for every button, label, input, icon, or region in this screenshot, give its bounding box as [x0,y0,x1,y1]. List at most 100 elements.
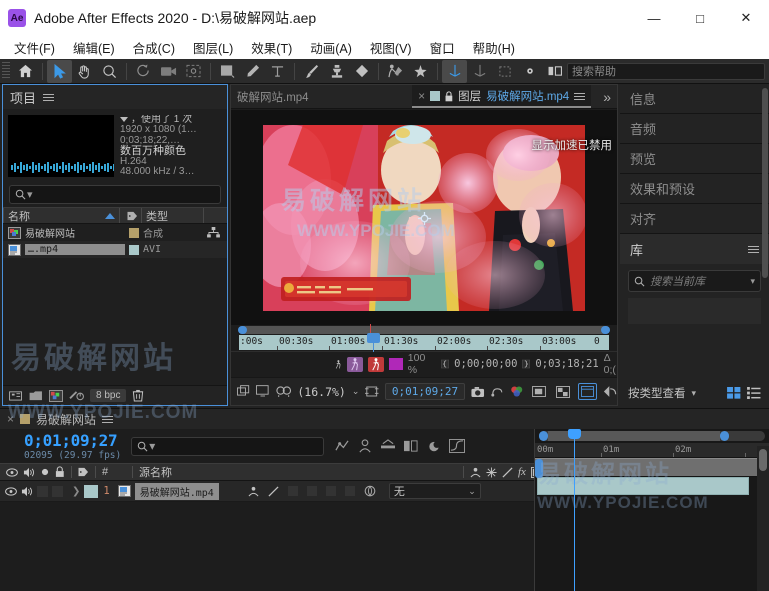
lock-toggle[interactable] [52,485,63,497]
parent-link-select[interactable]: 无 ⌄ [388,483,481,499]
time-scrollbar-thumb[interactable] [239,326,609,334]
tab-composition[interactable]: 破解网站.mp4 [237,89,309,105]
view-layout-icon[interactable] [578,383,597,400]
timeline-graph-area[interactable]: 00m 01m 02m 易破解网站 WWW.YPOJIE.COM [534,429,769,591]
in-point-icon[interactable] [441,357,450,371]
dock-scrollbar[interactable] [762,88,768,278]
fast-preview-icon[interactable] [603,385,617,398]
menu-file[interactable]: 文件(F) [6,36,63,59]
column-name[interactable]: 名称 [3,208,119,224]
maximize-button[interactable]: □ [677,0,723,36]
pen-tool[interactable] [240,60,265,83]
clone-stamp-tool[interactable] [324,60,349,83]
menu-animation[interactable]: 动画(A) [302,36,360,59]
3d-local-axis-icon[interactable] [467,60,492,83]
source-name-column-header[interactable]: 源名称 [133,464,463,480]
shy-toggle-icon[interactable] [248,486,259,497]
audio-icon[interactable] [21,486,33,497]
out-point-value[interactable]: 0;03;18;21 [535,358,598,370]
timeline-vertical-scrollbar[interactable] [757,446,769,591]
resolution-icon[interactable] [365,385,379,398]
expand-arrow-icon[interactable]: ❯ [68,486,84,497]
viewer-time-ruler[interactable]: :00s 00:30s 01:00s 01:30s 02:00s 02:30s … [239,324,609,352]
menu-effect[interactable]: 效果(T) [243,36,300,59]
pan-behind-tool[interactable] [181,60,206,83]
zoom-right-handle[interactable] [720,431,729,441]
panel-info[interactable]: 信息 [620,84,769,114]
zoom-tool[interactable] [97,60,122,83]
minimize-button[interactable]: — [631,0,677,36]
effects-toggle[interactable] [287,486,298,496]
3d-unified-axis-icon[interactable] [442,59,467,83]
scrollbar-right-handle[interactable] [601,326,610,334]
snapshot-camera-icon[interactable] [471,386,485,398]
opacity-value[interactable]: 100 % [408,352,426,376]
project-search-input[interactable]: ▾ [9,185,221,205]
hamburger-icon[interactable] [574,92,586,100]
toolbar-grip[interactable] [2,62,10,80]
scrollbar-left-handle[interactable] [238,326,247,334]
layer-duration-bar[interactable] [537,477,749,495]
timeline-search-input[interactable]: ▾ [131,436,325,456]
close-icon[interactable]: × [418,89,425,103]
walk-icon[interactable] [335,357,342,372]
hamburger-icon[interactable] [748,245,759,253]
menu-composition[interactable]: 合成(C) [125,36,183,59]
solo-toggle[interactable] [37,485,48,497]
hamburger-icon[interactable] [102,415,114,423]
current-time-indicator[interactable] [367,333,380,352]
current-time-indicator[interactable] [568,429,581,591]
current-time-field[interactable]: 0;01;09;27 [384,383,466,400]
graph-editor-icon[interactable] [449,439,466,453]
3d-glasses-icon[interactable] [276,385,292,398]
library-view-label[interactable]: 按类型查看 [628,385,686,401]
draft-3d-icon[interactable] [357,438,373,454]
menu-layer[interactable]: 图层(L) [185,36,241,59]
motion-blur-toggle[interactable] [325,486,336,496]
channel-rgb-icon[interactable] [510,385,523,398]
time-scrollbar[interactable] [238,326,610,334]
close-button[interactable]: ✕ [723,0,769,36]
composition-mini-flowchart-icon[interactable] [334,439,350,453]
menu-view[interactable]: 视图(V) [362,36,420,59]
always-preview-icon[interactable] [237,385,250,398]
tab-layer-active[interactable]: × 图层 易破解网站.mp4 [412,85,592,108]
alpha-overlay-icon[interactable] [367,356,384,372]
in-point-value[interactable]: 0;00;00;00 [454,358,517,370]
timeline-tab-name[interactable]: 易破解网站 [36,411,96,428]
3d-world-axis-icon[interactable] [492,60,517,83]
home-icon[interactable] [13,60,38,83]
viewer-stage[interactable]: 显示加速已禁用 易破解网站 WWW.YPOJIE.COM [231,110,617,325]
new-comp-icon[interactable] [29,390,43,401]
menu-help[interactable]: 帮助(H) [465,36,523,59]
panel-effects-presets[interactable]: 效果和预设 [620,174,769,204]
eye-icon[interactable] [5,486,17,496]
help-search-input[interactable]: 搜索帮助 [567,62,765,80]
layer-label-swatch[interactable] [84,484,99,498]
eraser-tool[interactable] [349,60,374,83]
3d-layer-toggle-icon[interactable] [364,485,376,497]
hamburger-icon[interactable] [43,93,55,101]
panel-preview[interactable]: 预览 [620,144,769,174]
chevron-down-icon[interactable]: ▾ [750,276,755,287]
column-label[interactable] [119,208,141,224]
rotation-tool[interactable] [131,60,156,83]
menu-window[interactable]: 窗口 [422,36,463,59]
type-tool[interactable] [265,60,290,83]
monitor-icon[interactable] [256,385,270,398]
snapping-toggle-icon[interactable] [542,60,567,83]
panel-libraries-header[interactable]: 库 [620,234,769,264]
alpha-boundary-icon[interactable] [346,356,363,372]
timeline-ruler[interactable]: 00m 01m 02m [535,443,769,458]
snapping-gear-icon[interactable] [517,60,542,83]
camera-tool[interactable] [156,60,181,83]
close-icon[interactable]: × [7,412,14,426]
table-row[interactable]: ….mp4 AVI [3,241,227,259]
layer-source-name[interactable]: 易破解网站.mp4 [134,482,219,500]
delete-icon[interactable] [132,389,144,402]
roto-brush-tool[interactable] [383,60,408,83]
puppet-tool[interactable] [408,60,433,83]
panel-align[interactable]: 对齐 [620,204,769,234]
list-view-icon[interactable] [747,387,761,399]
bit-depth-badge[interactable]: 8 bpc [90,389,127,402]
